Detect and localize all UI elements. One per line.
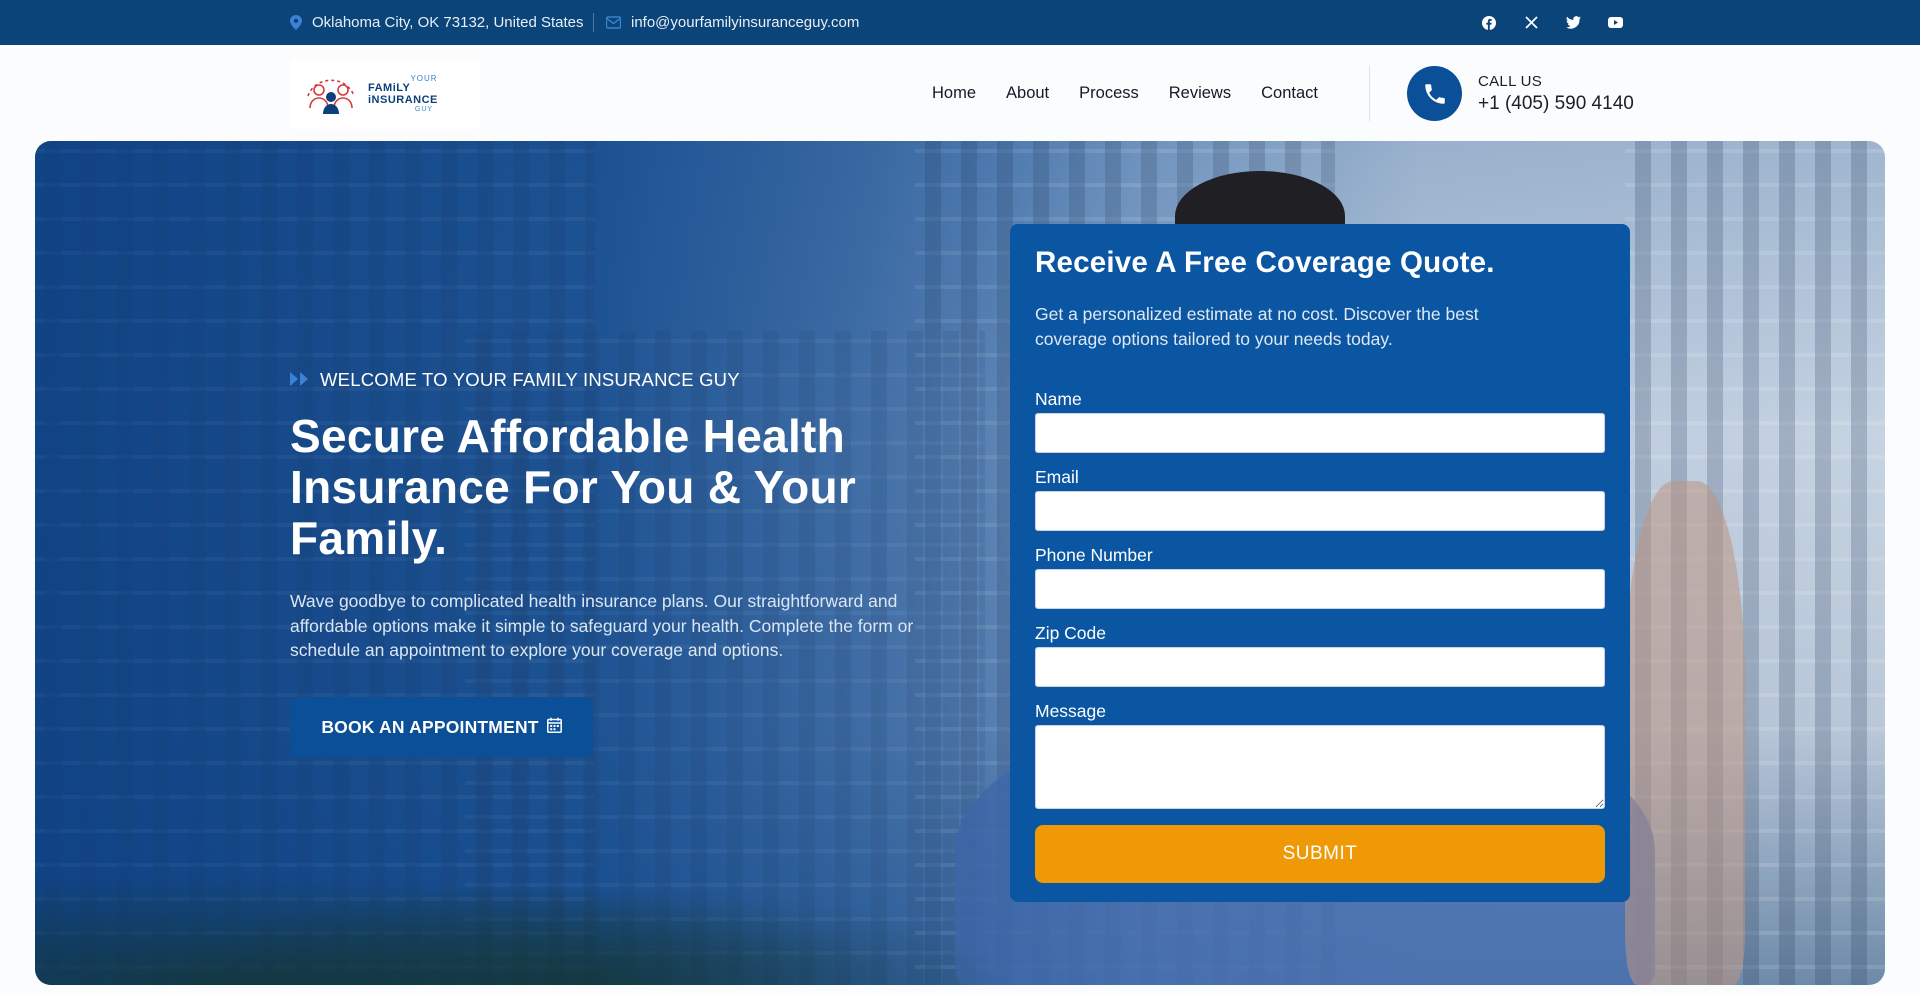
email-input[interactable] [1035,491,1605,531]
book-appointment-label: BOOK AN APPOINTMENT [321,716,539,737]
quote-form-description: Get a personalized estimate at no cost. … [1035,304,1479,349]
email-label: Email [1035,467,1079,487]
logo-line-3: GUY [414,106,434,114]
hero-eyebrow: WELCOME TO YOUR FAMILY INSURANCE GUY [290,369,740,391]
x-icon[interactable] [1522,14,1540,32]
facebook-icon[interactable] [1480,14,1498,32]
call-us-label: CALL US [1478,72,1543,90]
call-us-block[interactable]: CALL US +1 (405) 590 4140 [1407,66,1634,121]
logo-wordmark: YOUR FAMiLY iNSURANCE GUY [368,73,480,114]
site-logo[interactable]: YOUR FAMiLY iNSURANCE GUY [290,59,480,129]
location-text: Oklahoma City, OK 73132, United States [312,14,584,31]
name-label: Name [1035,389,1082,409]
twitter-icon[interactable] [1564,14,1582,32]
message-textarea[interactable] [1035,725,1605,809]
phone-number[interactable]: +1 (405) 590 4140 [1478,93,1634,115]
youtube-icon[interactable] [1606,14,1624,32]
phone-input[interactable] [1035,569,1605,609]
envelope-icon [606,16,621,29]
phone-label: Phone Number [1035,545,1153,565]
logo-line-1: YOUR [410,73,438,83]
calendar-icon [546,717,562,738]
site-header: YOUR FAMiLY iNSURANCE GUY Home About Pro… [0,45,1920,141]
location-info: Oklahoma City, OK 73132, United States [290,0,584,45]
book-appointment-button[interactable]: BOOK AN APPOINTMENT [290,697,593,757]
social-links [1480,0,1624,45]
family-logo-icon [300,66,362,123]
hero-lead: Wave goodbye to complicated health insur… [290,591,914,660]
nav-process[interactable]: Process [1079,84,1139,103]
email-link[interactable]: info@yourfamilyinsuranceguy.com [631,14,859,31]
header-divider [1369,65,1370,121]
main-nav: Home About Process Reviews Contact [932,45,1348,141]
submit-button[interactable]: SUBMIT [1035,825,1605,883]
nav-reviews[interactable]: Reviews [1169,84,1231,103]
zip-input[interactable] [1035,647,1605,687]
logo-line-2: FAMiLY iNSURANCE [368,81,438,106]
nav-contact[interactable]: Contact [1261,84,1318,103]
hero-headline: Secure Affordable Health Insurance For Y… [290,410,857,564]
hero-eyebrow-text: WELCOME TO YOUR FAMILY INSURANCE GUY [320,369,740,390]
name-input[interactable] [1035,413,1605,453]
email-info[interactable]: info@yourfamilyinsuranceguy.com [606,0,859,45]
message-label: Message [1035,701,1107,721]
phone-icon [1407,66,1462,121]
top-bar: Oklahoma City, OK 73132, United States i… [0,0,1920,45]
call-us-text: CALL US +1 (405) 590 4140 [1478,73,1634,115]
quote-form: Receive A Free Coverage Quote. Get a per… [1010,224,1630,902]
nav-home[interactable]: Home [932,84,976,103]
map-pin-icon [290,15,302,30]
background-trees [35,855,1035,985]
quote-form-title: Receive A Free Coverage Quote. [1035,246,1495,279]
zip-label: Zip Code [1035,623,1107,643]
double-chevron-icon [290,369,310,391]
topbar-divider [593,13,594,32]
nav-about[interactable]: About [1006,84,1049,103]
hero-section: WELCOME TO YOUR FAMILY INSURANCE GUY Sec… [35,141,1885,985]
